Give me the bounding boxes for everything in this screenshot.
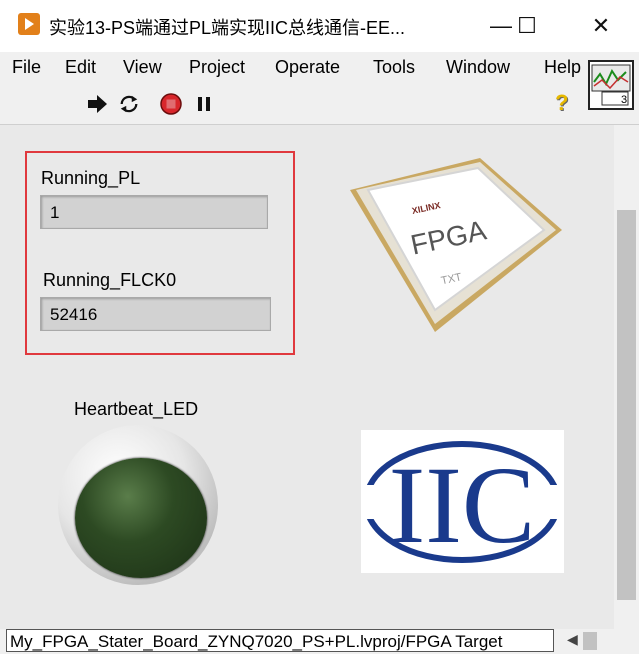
context-help-icon[interactable]: ? [555,90,568,116]
project-path: My_FPGA_Stater_Board_ZYNQ7020_PS+PL.lvpr… [6,629,554,652]
title-bar: 实验13-PS端通过PL端实现IIC总线通信-EE... — ☐ ✕ [0,0,639,52]
menu-tools[interactable]: Tools [373,57,415,78]
menu-project[interactable]: Project [189,57,245,78]
menu-file[interactable]: File [12,57,41,78]
close-button[interactable]: ✕ [575,0,627,52]
menu-view[interactable]: View [123,57,162,78]
connector-pane-icon[interactable]: 3 [588,60,634,110]
heartbeat-led[interactable] [75,458,207,578]
menu-operate[interactable]: Operate [275,57,340,78]
heartbeat-led-label: Heartbeat_LED [74,399,199,419]
connector-number: 3 [621,94,627,106]
scroll-left-icon[interactable]: ◀ [567,631,578,648]
iic-logo-image: IIC [361,430,564,573]
pause-icon[interactable] [193,93,215,115]
running-flck0-label: Running_FLCK0 [43,270,177,290]
running-flck0-indicator: 52416 [40,297,271,331]
vertical-scroll-thumb[interactable] [617,210,636,600]
run-continuously-icon[interactable] [118,93,140,115]
menu-window[interactable]: Window [446,57,510,78]
window-title: 实验13-PS端通过PL端实现IIC总线通信-EE... [49,18,406,38]
horizontal-scroll-thumb[interactable] [583,632,597,650]
maximize-button[interactable]: ☐ [501,0,553,52]
running-pl-label: Running_PL [41,168,141,188]
run-arrow-icon[interactable] [86,93,108,115]
menu-help[interactable]: Help [544,57,581,78]
iic-logo-text: IIC [389,444,536,566]
fpga-chip-image: XILINX FPGA TXT [340,150,570,340]
menu-edit[interactable]: Edit [65,57,96,78]
labview-app-icon [18,13,40,35]
menu-bar: File Edit View Project Operate Tools Win… [0,52,639,82]
abort-icon[interactable] [160,93,182,115]
running-pl-indicator: 1 [40,195,268,229]
toolbar: ? [0,82,639,125]
